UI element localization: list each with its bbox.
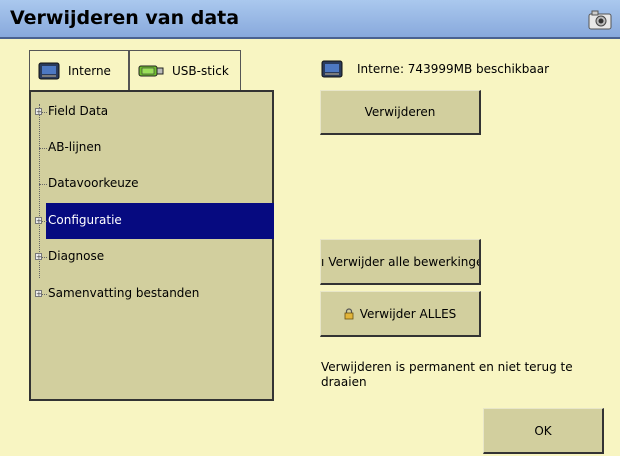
ok-button-label: OK — [534, 423, 552, 438]
camera-icon[interactable] — [588, 10, 612, 30]
mark-icon: ı — [321, 254, 325, 269]
monitor-icon — [38, 62, 60, 80]
delete-all-edits-label: Verwijder alle bewerkingen — [328, 254, 481, 269]
tree-item-label: Datavoorkeuze — [48, 176, 139, 190]
delete-everything-button[interactable]: Verwijder ALLES — [320, 291, 481, 337]
tree-item-samenvatting-bestanden[interactable]: + Samenvatting bestanden — [31, 276, 272, 312]
tree-item-label: Configuratie — [48, 213, 122, 227]
delete-everything-label: Verwijder ALLES — [359, 306, 457, 321]
tab-interne-label: Interne — [68, 64, 111, 78]
tree-item-label: AB-lijnen — [48, 140, 102, 154]
expand-icon[interactable]: + — [35, 253, 42, 261]
lock-icon — [344, 307, 354, 319]
window-title: Verwijderen van data — [10, 7, 240, 29]
ok-button[interactable]: OK — [483, 408, 604, 454]
tree-item-ab-lijnen[interactable]: AB-lijnen — [31, 130, 272, 166]
tab-interne[interactable]: Interne — [29, 50, 129, 91]
tab-usb-stick[interactable]: USB-stick — [129, 50, 241, 91]
delete-button-label: Verwijderen — [364, 105, 436, 119]
monitor-icon — [321, 60, 343, 78]
tree-item-configuratie[interactable]: + Configuratie — [31, 203, 274, 239]
tree-item-label: Field Data — [48, 104, 109, 118]
expand-icon[interactable]: + — [35, 108, 42, 116]
usb-stick-icon — [138, 65, 164, 76]
expand-icon[interactable]: + — [35, 217, 42, 225]
storage-info: Interne: 743999MB beschikbaar — [321, 60, 549, 78]
tree-item-diagnose[interactable]: + Diagnose — [31, 239, 272, 275]
tree-item-label: Diagnose — [48, 249, 105, 263]
tree-item-field-data[interactable]: + Field Data — [31, 94, 272, 130]
storage-available-text: Interne: 743999MB beschikbaar — [357, 62, 550, 76]
delete-all-edits-button[interactable]: ı Verwijder alle bewerkingen — [320, 239, 481, 285]
expand-icon[interactable]: + — [35, 290, 42, 298]
delete-button[interactable]: Verwijderen — [320, 90, 481, 135]
warning-text: Verwijderen is permanent en niet terug t… — [321, 360, 573, 389]
tree-item-label: Samenvatting bestanden — [48, 286, 200, 300]
title-bar: Verwijderen van data — [0, 0, 620, 39]
file-tree: + Field Data AB-lijnen Datavoorkeuze + C… — [29, 90, 274, 401]
tree-item-datavoorkeuze[interactable]: Datavoorkeuze — [31, 166, 272, 202]
tab-usb-stick-label: USB-stick — [172, 63, 229, 78]
